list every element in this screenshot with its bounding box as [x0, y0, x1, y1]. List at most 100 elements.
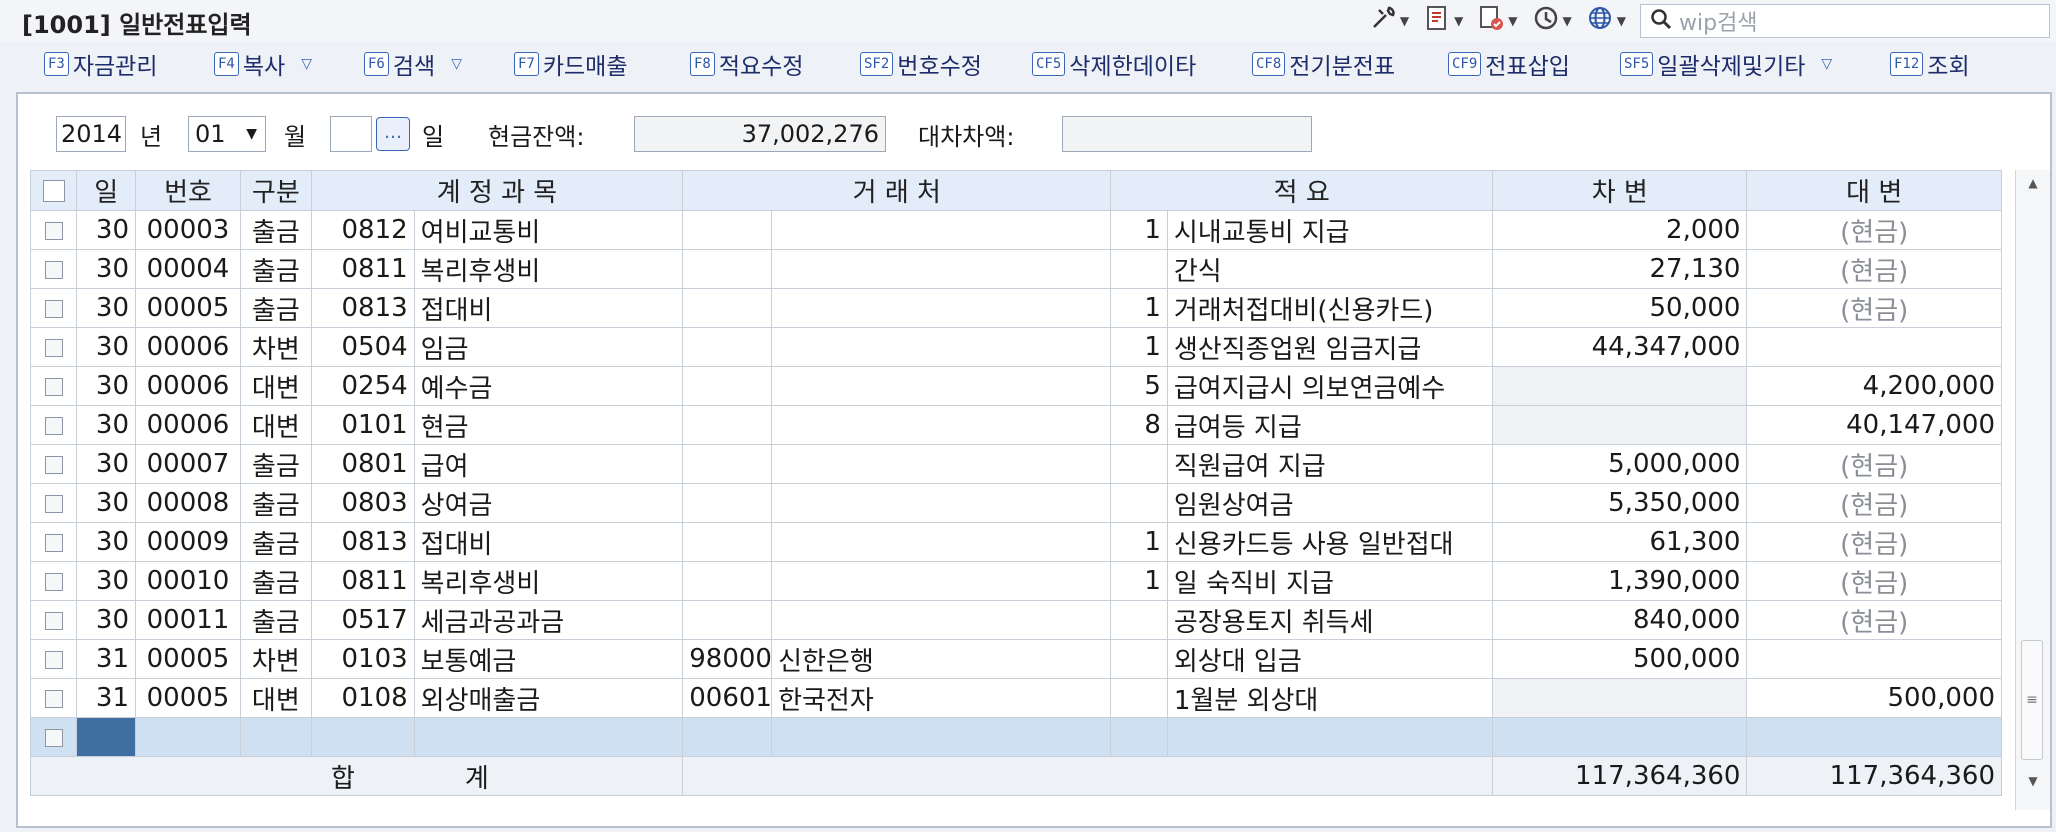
cell-no[interactable]: 00005 [135, 639, 241, 679]
cell-account-name[interactable]: 복리후생비 [413, 561, 684, 601]
cell-partner-code[interactable]: 00601 [682, 678, 773, 718]
fkey-cf8[interactable]: CF8 전기분전표 [1252, 47, 1395, 81]
table-row[interactable]: 30 00006 대변 0101 현금 8 급여등 지급 40,147,000 [30, 405, 2002, 445]
fkey-f3[interactable]: F3 자금관리 [44, 47, 158, 81]
chevron-down-icon[interactable]: ▽ [451, 56, 462, 72]
cell-debit[interactable]: 2,000 [1492, 210, 1748, 250]
cell-account-code[interactable]: 0101 [310, 405, 415, 445]
cell-account-code[interactable]: 0103 [310, 639, 415, 679]
cell-summary-no[interactable] [1110, 444, 1168, 484]
cell-partner-name[interactable] [771, 288, 1112, 328]
cell-partner-name[interactable] [771, 483, 1112, 523]
cell-partner-code[interactable] [682, 405, 773, 445]
row-checkbox[interactable] [44, 494, 63, 513]
cell-day[interactable]: 30 [76, 327, 136, 367]
cell-account-code[interactable]: 0813 [310, 288, 415, 328]
cell-type[interactable]: 출금 [240, 561, 312, 601]
cell-day[interactable]: 30 [76, 561, 136, 601]
select-all-checkbox[interactable] [42, 180, 65, 202]
cell-summary-no[interactable] [1110, 483, 1168, 523]
row-checkbox[interactable] [44, 455, 63, 474]
cell-partner-code[interactable] [682, 288, 773, 328]
table-row[interactable]: 30 00008 출금 0803 상여금 임원상여금 5,350,000 (현금) [30, 483, 2002, 523]
cell-day[interactable]: 30 [76, 444, 136, 484]
table-row[interactable]: 30 00007 출금 0801 급여 직원급여 지급 5,000,000 (현금) [30, 444, 2002, 484]
row-check[interactable] [30, 288, 78, 328]
cell-credit[interactable]: (현금) [1746, 249, 2002, 289]
cell-summary[interactable]: 일 숙직비 지급 [1166, 561, 1494, 601]
empty-cell[interactable] [1746, 717, 2002, 757]
month-select[interactable]: 01 ▼ [188, 116, 266, 152]
cell-account-name[interactable]: 급여 [413, 444, 684, 484]
cell-partner-name[interactable] [771, 522, 1112, 562]
cell-account-name[interactable]: 보통예금 [413, 639, 684, 679]
cell-summary[interactable]: 1월분 외상대 [1166, 678, 1494, 718]
table-row[interactable]: 31 00005 차변 0103 보통예금 98000 신한은행 외상대 입금 500,000 [30, 639, 2002, 679]
cell-day[interactable]: 30 [76, 210, 136, 250]
table-row[interactable]: 30 00006 대변 0254 예수금 5 급여지급시 의보연금예수 4,200,000 [30, 366, 2002, 406]
cell-summary-no[interactable]: 1 [1110, 327, 1168, 367]
cell-day[interactable]: 31 [76, 639, 136, 679]
cell-credit[interactable]: (현금) [1746, 288, 2002, 328]
cell-account-code[interactable]: 0517 [310, 600, 415, 640]
cell-day[interactable]: 30 [76, 600, 136, 640]
cell-summary[interactable]: 간식 [1166, 249, 1494, 289]
cell-account-name[interactable]: 접대비 [413, 522, 684, 562]
cell-partner-name[interactable] [771, 405, 1112, 445]
cell-summary[interactable]: 임원상여금 [1166, 483, 1494, 523]
cell-day[interactable]: 30 [76, 522, 136, 562]
cell-debit[interactable]: 1,390,000 [1492, 561, 1748, 601]
table-row[interactable]: 30 00009 출금 0813 접대비 1 신용카드등 사용 일반접대 61,300 (현금) [30, 522, 2002, 562]
row-checkbox[interactable] [44, 260, 63, 279]
cell-type[interactable]: 출금 [240, 249, 312, 289]
cell-credit[interactable]: (현금) [1746, 522, 2002, 562]
cell-summary[interactable]: 거래처접대비(신용카드) [1166, 288, 1494, 328]
cell-day[interactable]: 30 [76, 405, 136, 445]
tools-menu[interactable]: ▼ [1369, 4, 1409, 38]
cell-partner-name[interactable] [771, 327, 1112, 367]
cell-credit[interactable]: (현금) [1746, 600, 2002, 640]
cell-debit[interactable]: 5,000,000 [1492, 444, 1748, 484]
row-check[interactable] [30, 327, 78, 367]
cell-summary[interactable]: 공장용토지 취득세 [1166, 600, 1494, 640]
cell-no[interactable]: 00005 [135, 288, 241, 328]
fkey-f8[interactable]: F8 적요수정 [690, 47, 804, 81]
empty-cell[interactable] [771, 717, 1112, 757]
row-checkbox[interactable] [44, 689, 63, 708]
cell-debit[interactable] [1492, 678, 1748, 718]
cell-summary[interactable]: 신용카드등 사용 일반접대 [1166, 522, 1494, 562]
table-row[interactable]: 30 00003 출금 0812 여비교통비 1 시내교통비 지급 2,000 (현금) [30, 210, 2002, 250]
scroll-thumb[interactable]: ≡ [2021, 640, 2043, 760]
cell-summary-no[interactable]: 1 [1110, 210, 1168, 250]
vertical-scrollbar[interactable]: ▲ ≡ ▼ [2015, 170, 2050, 810]
table-row[interactable]: 30 00010 출금 0811 복리후생비 1 일 숙직비 지급 1,390,000 (현금) [30, 561, 2002, 601]
table-row[interactable]: 30 00005 출금 0813 접대비 1 거래처접대비(신용카드) 50,000 (현금) [30, 288, 2002, 328]
cell-summary-no[interactable] [1110, 678, 1168, 718]
row-check[interactable] [30, 639, 78, 679]
cell-debit[interactable]: 61,300 [1492, 522, 1748, 562]
cell-credit[interactable]: 500,000 [1746, 678, 2002, 718]
cell-credit[interactable]: (현금) [1746, 444, 2002, 484]
cell-debit[interactable]: 27,130 [1492, 249, 1748, 289]
cell-summary-no[interactable]: 1 [1110, 288, 1168, 328]
row-check[interactable] [30, 405, 78, 445]
table-row[interactable]: 30 00011 출금 0517 세금과공과금 공장용토지 취득세 840,000 (현금) [30, 600, 2002, 640]
cell-debit[interactable]: 44,347,000 [1492, 327, 1748, 367]
fkey-f4[interactable]: F4 복사 ▽ [214, 47, 312, 81]
cell-partner-name[interactable]: 신한은행 [771, 639, 1112, 679]
cell-account-code[interactable]: 0254 [310, 366, 415, 406]
row-check[interactable] [30, 483, 78, 523]
row-checkbox[interactable] [44, 338, 63, 357]
empty-cell[interactable] [413, 717, 684, 757]
cell-no[interactable]: 00006 [135, 327, 241, 367]
fkey-sf5[interactable]: SF5 일괄삭제및기타 ▽ [1620, 47, 1832, 81]
cell-type[interactable]: 출금 [240, 288, 312, 328]
cell-type[interactable]: 대변 [240, 405, 312, 445]
cell-partner-code[interactable] [682, 522, 773, 562]
cell-account-name[interactable]: 예수금 [413, 366, 684, 406]
search-input[interactable]: wip검색 [1640, 4, 2050, 38]
cell-day-current[interactable] [76, 717, 136, 757]
cell-no[interactable]: 00007 [135, 444, 241, 484]
cell-debit[interactable]: 50,000 [1492, 288, 1748, 328]
cell-summary[interactable]: 외상대 입금 [1166, 639, 1494, 679]
